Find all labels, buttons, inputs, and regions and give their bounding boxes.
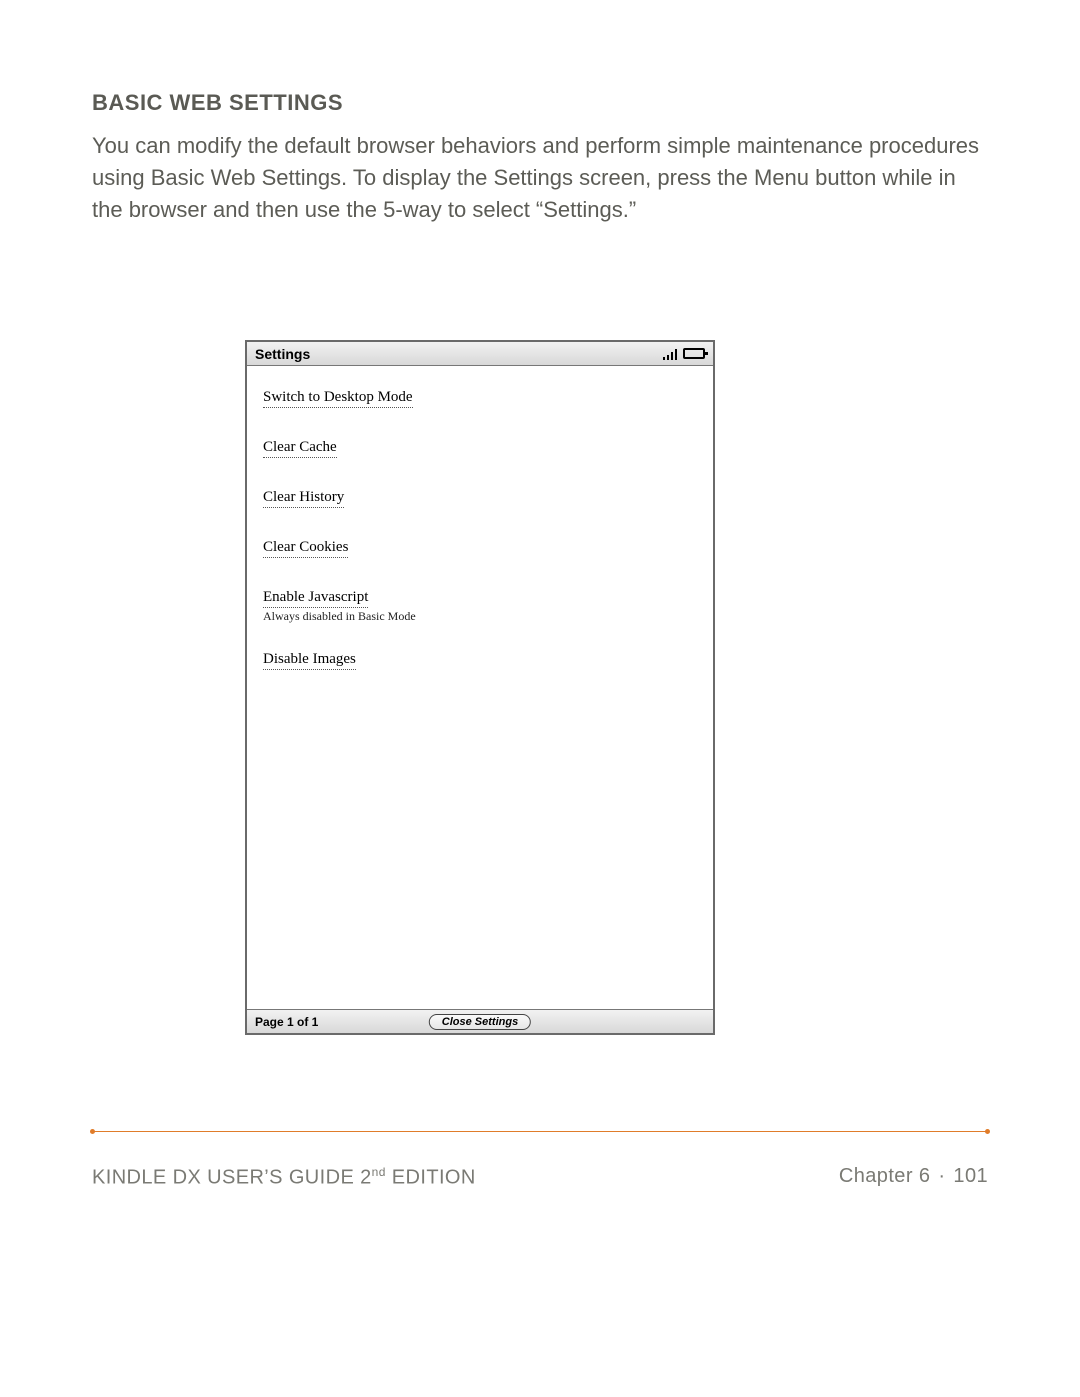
footer-chapter-page: Chapter 6·101 xyxy=(839,1165,988,1190)
kindle-settings-screenshot: Settings Switch to Desktop Mode Clear Ca… xyxy=(245,340,715,1035)
close-settings-button[interactable]: Close Settings xyxy=(429,1014,531,1030)
footer-guide-suffix: EDITION xyxy=(386,1167,476,1189)
footer-separator: · xyxy=(930,1165,953,1187)
menu-disable-images[interactable]: Disable Images xyxy=(263,652,356,670)
device-header-title: Settings xyxy=(255,346,310,362)
device-body: Switch to Desktop Mode Clear Cache Clear… xyxy=(247,366,713,688)
menu-enable-javascript-sub: Always disabled in Basic Mode xyxy=(263,610,697,622)
battery-icon xyxy=(683,348,705,359)
device-header: Settings xyxy=(247,342,713,366)
menu-clear-history[interactable]: Clear History xyxy=(263,490,344,508)
footer-chapter-label: Chapter 6 xyxy=(839,1165,930,1187)
menu-enable-javascript[interactable]: Enable Javascript xyxy=(263,590,368,608)
section-heading: BASIC WEB SETTINGS xyxy=(92,90,988,116)
device-status-area xyxy=(663,348,706,360)
menu-clear-cookies[interactable]: Clear Cookies xyxy=(263,540,348,558)
device-footer: Page 1 of 1 Close Settings xyxy=(247,1009,713,1033)
page-content: BASIC WEB SETTINGS You can modify the de… xyxy=(92,90,988,226)
footer-guide-title: KINDLE DX USER’S GUIDE 2nd EDITION xyxy=(92,1165,476,1190)
section-body: You can modify the default browser behav… xyxy=(92,130,988,226)
menu-clear-cache[interactable]: Clear Cache xyxy=(263,440,337,458)
document-footer: KINDLE DX USER’S GUIDE 2nd EDITION Chapt… xyxy=(92,1165,988,1190)
footer-page-number: 101 xyxy=(953,1165,988,1187)
signal-icon xyxy=(663,348,678,360)
menu-switch-mode[interactable]: Switch to Desktop Mode xyxy=(263,390,413,408)
footer-divider xyxy=(92,1131,988,1132)
footer-guide-prefix: KINDLE DX USER’S GUIDE 2 xyxy=(92,1167,372,1189)
footer-guide-sup: nd xyxy=(372,1165,386,1179)
page-indicator: Page 1 of 1 xyxy=(255,1015,318,1029)
